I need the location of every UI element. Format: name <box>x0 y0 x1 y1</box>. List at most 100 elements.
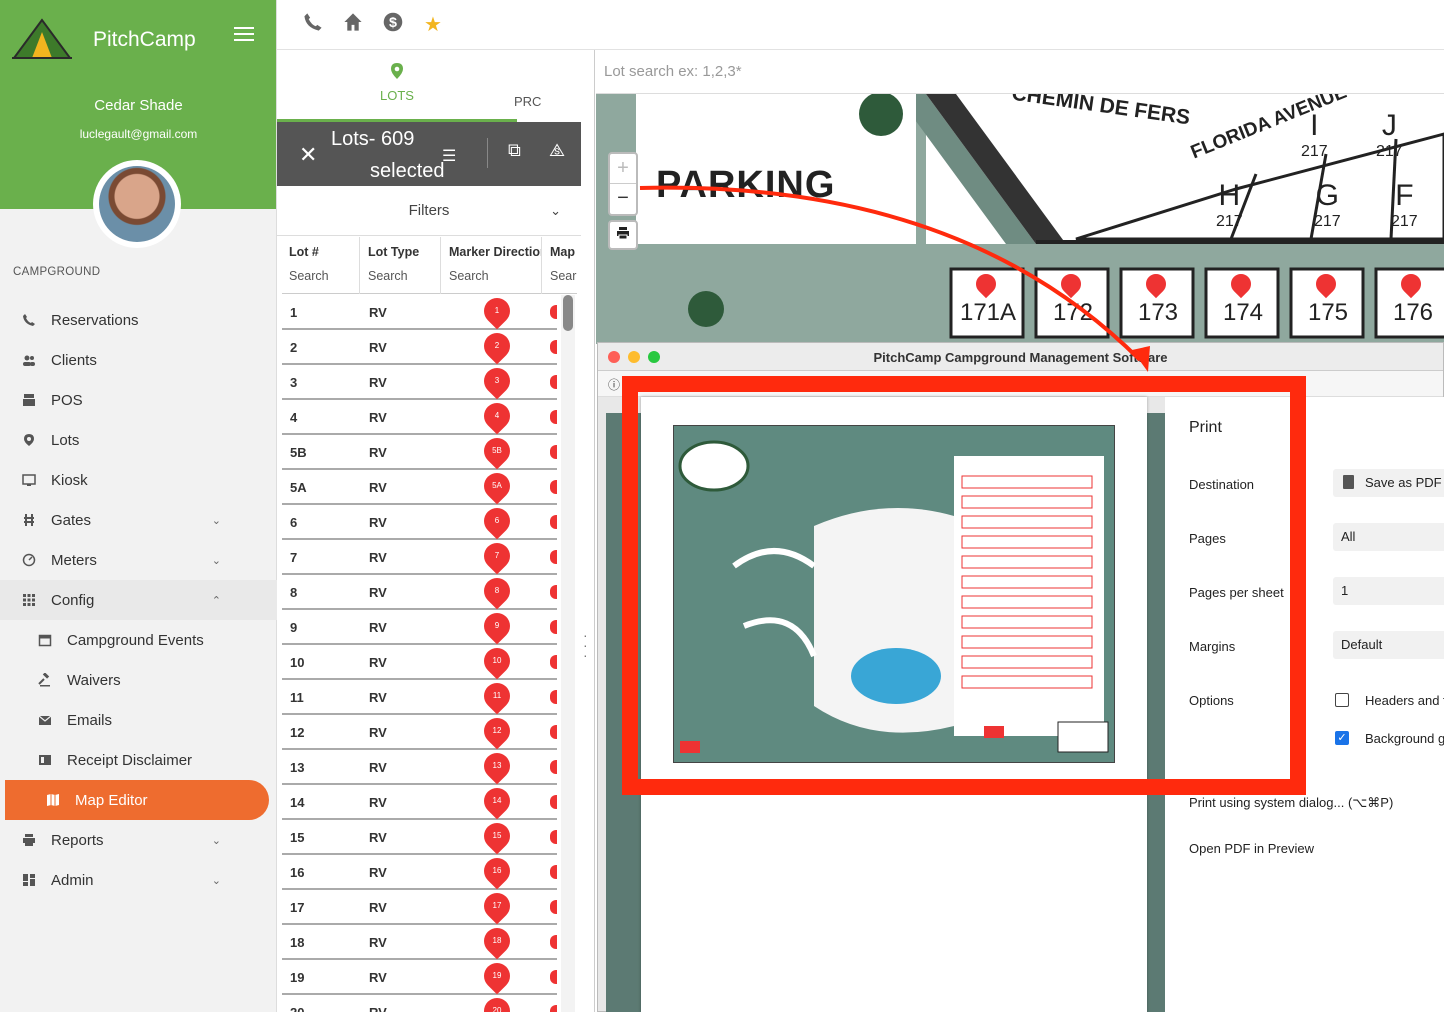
table-row[interactable]: 7 RV 7 <box>282 537 557 575</box>
table-row[interactable]: 11 RV 11 <box>282 677 557 715</box>
phone-icon[interactable] <box>303 12 323 38</box>
table-row[interactable]: 19 RV 19 <box>282 957 557 995</box>
headers-footers-checkbox[interactable] <box>1335 693 1349 707</box>
sidebar-item-waivers[interactable]: Waivers <box>0 660 277 700</box>
filter-list-icon[interactable]: ☰ <box>442 146 456 166</box>
close-icon[interactable]: ✕ <box>299 142 317 168</box>
lot-search-input[interactable]: Lot search ex: 1,2,3* <box>596 50 1444 94</box>
marker-pin-icon[interactable]: 5B <box>478 432 516 470</box>
pages-per-sheet-select[interactable]: 1 <box>1333 577 1444 605</box>
table-row[interactable]: 5A RV 5A <box>282 467 557 505</box>
hamburger-menu-icon[interactable] <box>234 27 254 43</box>
add-layer-icon[interactable]: ⧉ <box>508 140 521 161</box>
tab-lots[interactable]: LOTS <box>277 62 517 103</box>
column-lot-type[interactable]: Lot Type Search <box>361 237 441 294</box>
info-icon[interactable]: ⓘ <box>608 376 620 393</box>
tab-pro[interactable]: PRC <box>514 94 541 109</box>
table-row[interactable]: 4 RV 4 <box>282 397 557 435</box>
table-row[interactable]: 10 RV 10 <box>282 642 557 680</box>
table-scrollbar[interactable] <box>561 295 575 1012</box>
table-row[interactable]: 5B RV 5B <box>282 432 557 470</box>
avatar[interactable] <box>93 160 181 248</box>
layers-off-icon[interactable]: ⧌ <box>549 140 565 161</box>
marker-pin-icon[interactable]: 10 <box>478 642 516 680</box>
marker-pin-icon[interactable]: 7 <box>478 537 516 575</box>
print-map-button[interactable] <box>608 220 638 250</box>
table-row[interactable]: 2 RV 2 <box>282 327 557 365</box>
marker-pin-icon[interactable]: 13 <box>478 747 516 785</box>
star-icon[interactable]: ★ <box>423 12 443 37</box>
map-lot-label[interactable]: 172 <box>1038 299 1108 327</box>
map-lot-label[interactable]: 175 <box>1293 299 1363 327</box>
dollar-icon[interactable]: $ <box>383 12 403 38</box>
table-row[interactable]: 17 RV 17 <box>282 887 557 925</box>
zoom-out-button[interactable]: − <box>610 184 636 214</box>
map-lot-label[interactable]: 171A <box>953 299 1023 327</box>
table-row[interactable]: 15 RV 15 <box>282 817 557 855</box>
home-icon[interactable] <box>343 12 363 38</box>
table-row[interactable]: 3 RV 3 <box>282 362 557 400</box>
map-lot-label[interactable]: 174 <box>1208 299 1278 327</box>
marker-pin-icon[interactable]: 8 <box>478 572 516 610</box>
sidebar-item-receipt-disclaimer[interactable]: Receipt Disclaimer <box>0 740 277 780</box>
marker-pin-icon[interactable]: 3 <box>478 362 516 400</box>
table-row[interactable]: 9 RV 9 <box>282 607 557 645</box>
background-graphics-checkbox[interactable]: ✓ <box>1335 731 1349 745</box>
panel-resize-handle[interactable]: · · · <box>583 628 588 662</box>
marker-pin-icon[interactable]: 5A <box>478 467 516 505</box>
table-row[interactable]: 20 RV 20 <box>282 992 557 1012</box>
table-row[interactable]: 13 RV 13 <box>282 747 557 785</box>
marker-pin-icon[interactable]: 11 <box>478 677 516 715</box>
sidebar-item-lots[interactable]: Lots <box>0 420 277 460</box>
system-dialog-link[interactable]: Print using system dialog... (⌥⌘P) <box>1189 795 1393 811</box>
table-row[interactable]: 1 RV 1 <box>282 295 557 330</box>
map-lot-label[interactable]: G 217 <box>1314 179 1341 231</box>
table-row[interactable]: 8 RV 8 <box>282 572 557 610</box>
destination-select[interactable]: Save as PDF <box>1333 469 1444 497</box>
marker-pin-icon[interactable]: 1 <box>478 295 516 330</box>
column-lot-number[interactable]: Lot # Search <box>282 237 360 294</box>
filters-toggle[interactable]: Filters ⌄ <box>277 186 581 236</box>
pages-select[interactable]: All <box>1333 523 1444 551</box>
sidebar-item-reports[interactable]: Reports ⌄ <box>0 820 277 860</box>
margins-select[interactable]: Default <box>1333 631 1444 659</box>
table-row[interactable]: 12 RV 12 <box>282 712 557 750</box>
sidebar-item-pos[interactable]: POS <box>0 380 277 420</box>
marker-pin-icon[interactable]: 9 <box>478 607 516 645</box>
marker-pin-icon[interactable]: 17 <box>478 887 516 925</box>
open-pdf-link[interactable]: Open PDF in Preview <box>1189 841 1314 856</box>
marker-pin-icon[interactable]: 12 <box>478 712 516 750</box>
table-row[interactable]: 14 RV 14 <box>282 782 557 820</box>
marker-pin-icon[interactable]: 19 <box>478 957 516 995</box>
marker-pin-icon[interactable]: 2 <box>478 327 516 365</box>
map-lot-label[interactable]: I 217 <box>1301 109 1328 161</box>
marker-pin-icon[interactable]: 16 <box>478 852 516 890</box>
campground-map[interactable]: PARKING CHEMIN DE FERS FLORIDA AVENUE H2… <box>596 94 1444 344</box>
column-search-input[interactable]: Search <box>449 269 541 283</box>
zoom-in-button[interactable]: + <box>610 154 636 184</box>
column-search-input[interactable]: Search <box>368 269 440 283</box>
sidebar-item-reservations[interactable]: Reservations <box>0 300 277 340</box>
map-lot-label[interactable]: F 217 <box>1391 179 1418 231</box>
map-lot-label[interactable]: 176 <box>1378 299 1444 327</box>
sidebar-item-clients[interactable]: Clients <box>0 340 277 380</box>
marker-pin-icon[interactable]: 14 <box>478 782 516 820</box>
marker-pin-icon[interactable]: 20 <box>478 992 516 1012</box>
marker-pin-icon[interactable]: 6 <box>478 502 516 540</box>
marker-pin-icon[interactable]: 18 <box>478 922 516 960</box>
sidebar-item-gates[interactable]: Gates ⌄ <box>0 500 277 540</box>
sidebar-item-emails[interactable]: Emails <box>0 700 277 740</box>
table-row[interactable]: 6 RV 6 <box>282 502 557 540</box>
marker-pin-icon[interactable]: 15 <box>478 817 516 855</box>
table-row[interactable]: 16 RV 16 <box>282 852 557 890</box>
marker-pin-icon[interactable]: 4 <box>478 397 516 435</box>
sidebar-item-meters[interactable]: Meters ⌄ <box>0 540 277 580</box>
sidebar-item-map-editor[interactable]: Map Editor <box>5 780 269 820</box>
column-map[interactable]: Map Sear <box>543 237 577 294</box>
sidebar-item-kiosk[interactable]: Kiosk <box>0 460 277 500</box>
sidebar-item-config[interactable]: Config ⌃ <box>0 580 277 620</box>
table-row[interactable]: 18 RV 18 <box>282 922 557 960</box>
column-marker-direction[interactable]: Marker Direction Search <box>442 237 542 294</box>
column-search-input[interactable]: Sear <box>550 269 577 283</box>
column-search-input[interactable]: Search <box>289 269 359 283</box>
